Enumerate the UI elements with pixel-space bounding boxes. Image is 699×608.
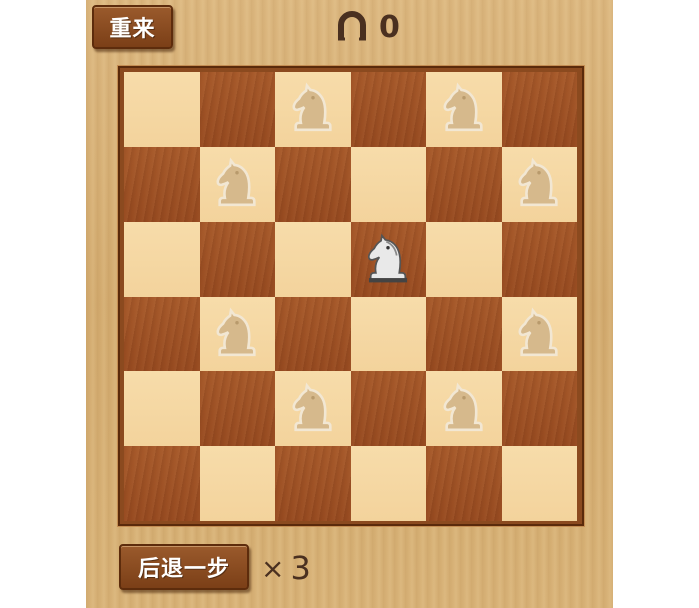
chess-board bbox=[124, 72, 577, 521]
undo-count-value: 3 bbox=[290, 549, 311, 587]
board-square[interactable] bbox=[199, 221, 275, 297]
chess-board-frame bbox=[118, 66, 584, 526]
board-square[interactable] bbox=[501, 221, 577, 297]
game-panel: 重来 0 后退一步 × 3 bbox=[86, 0, 613, 608]
board-square[interactable] bbox=[426, 146, 502, 222]
board-square[interactable] bbox=[426, 72, 502, 147]
times-symbol: × bbox=[261, 551, 285, 585]
board-square[interactable] bbox=[275, 371, 351, 447]
board-square[interactable] bbox=[124, 146, 200, 222]
score-display: 0 bbox=[334, 8, 400, 48]
board-square[interactable] bbox=[350, 146, 426, 222]
board-square[interactable] bbox=[124, 371, 200, 447]
board-square[interactable] bbox=[426, 446, 502, 521]
board-square[interactable] bbox=[124, 221, 200, 297]
ghost-knight-icon[interactable] bbox=[211, 153, 263, 215]
restart-button[interactable]: 重来 bbox=[92, 5, 173, 49]
board-square[interactable] bbox=[275, 446, 351, 521]
board-square[interactable] bbox=[501, 146, 577, 222]
board-square[interactable] bbox=[501, 446, 577, 521]
board-square[interactable] bbox=[199, 72, 275, 147]
board-square[interactable] bbox=[426, 371, 502, 447]
board-square[interactable] bbox=[199, 146, 275, 222]
ghost-knight-icon[interactable] bbox=[211, 303, 263, 365]
board-square[interactable] bbox=[275, 146, 351, 222]
ghost-knight-icon[interactable] bbox=[287, 78, 339, 140]
board-square[interactable] bbox=[275, 72, 351, 147]
undo-count-display: × 3 bbox=[261, 549, 311, 587]
active-knight-icon[interactable] bbox=[362, 228, 414, 290]
board-square[interactable] bbox=[350, 296, 426, 372]
board-square[interactable] bbox=[501, 72, 577, 147]
board-square[interactable] bbox=[501, 296, 577, 372]
board-square[interactable] bbox=[124, 446, 200, 521]
score-value: 0 bbox=[379, 10, 400, 45]
board-square[interactable] bbox=[275, 296, 351, 372]
ghost-knight-icon[interactable] bbox=[513, 153, 565, 215]
ghost-knight-icon[interactable] bbox=[438, 78, 490, 140]
board-square[interactable] bbox=[350, 371, 426, 447]
board-square[interactable] bbox=[124, 296, 200, 372]
board-square[interactable] bbox=[124, 72, 200, 147]
board-square[interactable] bbox=[199, 446, 275, 521]
board-square[interactable] bbox=[350, 446, 426, 521]
board-square[interactable] bbox=[350, 221, 426, 297]
undo-button[interactable]: 后退一步 bbox=[119, 544, 249, 590]
ghost-knight-icon[interactable] bbox=[438, 378, 490, 440]
board-square[interactable] bbox=[426, 296, 502, 372]
horseshoe-icon bbox=[334, 8, 370, 48]
board-square[interactable] bbox=[350, 72, 426, 147]
board-square[interactable] bbox=[501, 371, 577, 447]
board-square[interactable] bbox=[199, 371, 275, 447]
board-square[interactable] bbox=[275, 221, 351, 297]
ghost-knight-icon[interactable] bbox=[287, 378, 339, 440]
board-square[interactable] bbox=[199, 296, 275, 372]
ghost-knight-icon[interactable] bbox=[513, 303, 565, 365]
board-square[interactable] bbox=[426, 221, 502, 297]
